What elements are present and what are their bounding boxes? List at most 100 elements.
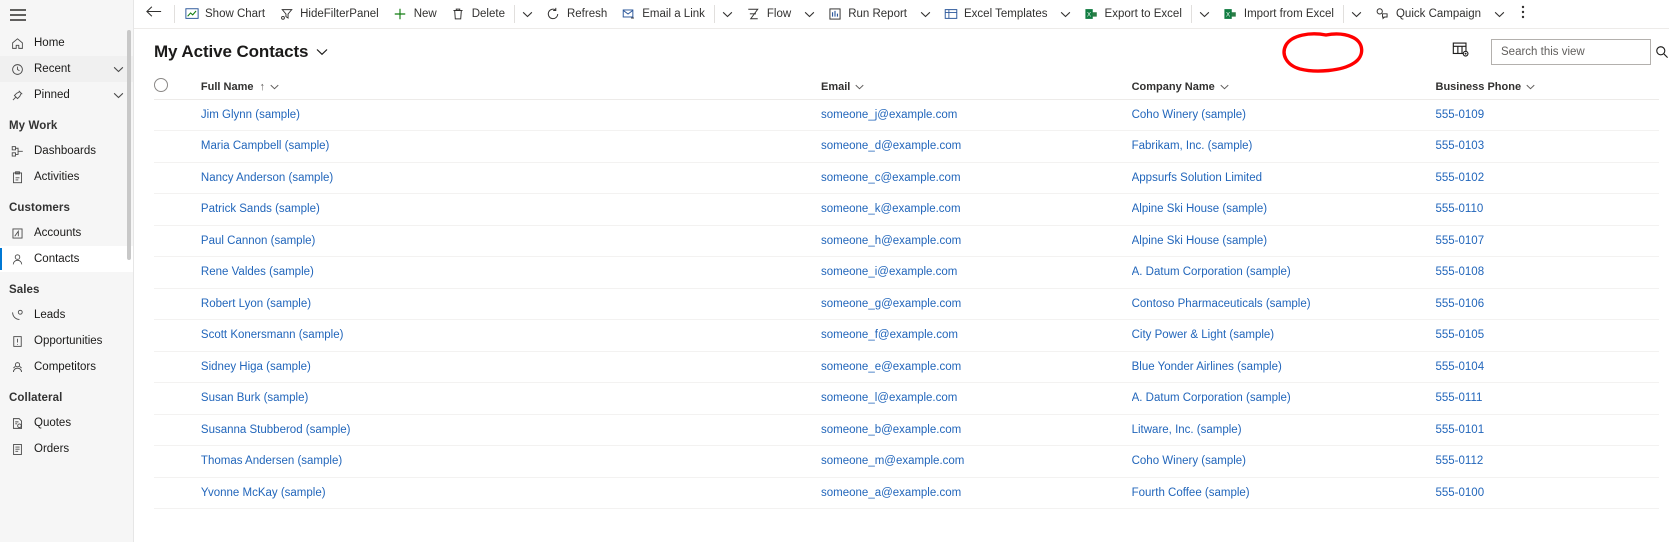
cell-business-phone[interactable]: 555-0109 [1435,99,1659,131]
row-select-cell[interactable] [154,414,201,446]
row-select-cell[interactable] [154,99,201,131]
cell-business-phone-link[interactable]: 555-0101 [1436,424,1485,436]
row-select-cell[interactable] [154,225,201,257]
cell-full-name-link[interactable]: Paul Cannon (sample) [201,235,315,247]
column-header-full-name[interactable]: Full Name ↑ [200,75,822,100]
sidebar-item-competitors[interactable]: Competitors [0,354,133,380]
cell-company-name-link[interactable]: City Power & Light (sample) [1132,329,1275,341]
cell-email-link[interactable]: someone_e@example.com [821,361,961,373]
cell-business-phone-link[interactable]: 555-0102 [1436,172,1485,184]
cell-company-name-link[interactable]: Alpine Ski House (sample) [1132,235,1268,247]
cell-email[interactable]: someone_l@example.com [821,382,1132,415]
table-row[interactable]: Robert Lyon (sample) someone_g@example.co… [154,288,1659,320]
cell-company-name[interactable]: Fourth Coffee (sample) [1131,477,1436,509]
delete-caret-button[interactable] [517,0,539,28]
chevron-down-icon[interactable] [113,60,124,78]
cell-business-phone[interactable]: 555-0106 [1435,288,1659,320]
chevron-down-icon[interactable] [855,84,864,90]
view-selector-chevron-down-icon[interactable] [316,48,328,56]
row-select-cell[interactable] [154,288,201,320]
search-input[interactable] [1501,46,1655,58]
cell-company-name-link[interactable]: A. Datum Corporation (sample) [1132,266,1291,278]
cell-business-phone[interactable]: 555-0112 [1435,445,1659,478]
cell-business-phone-link[interactable]: 555-0103 [1436,140,1485,152]
chevron-down-icon[interactable] [1526,84,1535,90]
export-to-excel-button[interactable]: X Export to Excel [1077,0,1189,28]
email-a-link-caret-button[interactable] [717,0,739,28]
cell-full-name-link[interactable]: Yvonne McKay (sample) [201,487,326,499]
sidebar-item-accounts[interactable]: Accounts [0,220,133,246]
row-select-cell[interactable] [154,351,201,383]
cell-full-name[interactable]: Patrick Sands (sample) [200,193,822,226]
cell-business-phone[interactable]: 555-0100 [1435,477,1659,509]
cell-business-phone-link[interactable]: 555-0111 [1436,392,1483,404]
cell-email[interactable]: someone_b@example.com [821,414,1132,446]
cell-full-name-link[interactable]: Susan Burk (sample) [201,392,308,404]
edit-columns-button[interactable] [1445,38,1475,66]
table-row[interactable]: Thomas Andersen (sample) someone_m@exampl… [154,445,1659,478]
search-icon[interactable] [1655,45,1669,59]
cell-full-name[interactable]: Nancy Anderson (sample) [200,162,822,194]
cell-company-name-link[interactable]: A. Datum Corporation (sample) [1132,392,1291,404]
cell-full-name-link[interactable]: Jim Glynn (sample) [201,109,300,121]
column-header-business-phone[interactable]: Business Phone [1435,75,1659,100]
import-from-excel-button[interactable]: X Import from Excel [1216,0,1341,28]
sidebar-item-leads[interactable]: Leads [0,302,133,328]
cell-company-name[interactable]: Coho Winery (sample) [1131,99,1436,131]
sidebar-item-orders[interactable]: Orders [0,436,133,462]
delete-button[interactable]: Delete [444,0,512,28]
cell-email-link[interactable]: someone_l@example.com [821,392,957,404]
cell-email[interactable]: someone_g@example.com [821,288,1132,320]
new-button[interactable]: New [386,0,444,28]
cell-business-phone[interactable]: 555-0104 [1435,351,1659,383]
table-row[interactable]: Susanna Stubberod (sample) someone_b@exam… [154,414,1659,446]
more-commands-button[interactable] [1510,0,1536,28]
excel-templates-button[interactable]: Excel Templates [936,0,1055,28]
cell-business-phone-link[interactable]: 555-0100 [1436,487,1485,499]
table-row[interactable]: Nancy Anderson (sample) someone_c@example… [154,162,1659,194]
sidebar-item-quotes[interactable]: Quotes [0,410,133,436]
cell-company-name[interactable]: Alpine Ski House (sample) [1131,193,1436,226]
cell-email-link[interactable]: someone_b@example.com [821,424,961,436]
search-box[interactable] [1491,39,1669,65]
cell-company-name-link[interactable]: Litware, Inc. (sample) [1132,424,1242,436]
cell-company-name[interactable]: Blue Yonder Airlines (sample) [1131,351,1436,383]
cell-email-link[interactable]: someone_j@example.com [821,109,957,121]
table-row[interactable]: Rene Valdes (sample) someone_i@example.co… [154,256,1659,289]
cell-email-link[interactable]: someone_f@example.com [821,329,958,341]
cell-full-name[interactable]: Yvonne McKay (sample) [200,477,822,509]
cell-full-name-link[interactable]: Scott Konersmann (sample) [201,329,344,341]
cell-email-link[interactable]: someone_a@example.com [821,487,961,499]
back-button[interactable] [136,0,172,28]
cell-company-name[interactable]: A. Datum Corporation (sample) [1131,382,1436,415]
cell-business-phone[interactable]: 555-0110 [1435,193,1659,226]
row-select-cell[interactable] [154,162,201,194]
row-select-cell[interactable] [154,130,201,163]
cell-company-name[interactable]: Litware, Inc. (sample) [1131,414,1436,446]
email-a-link-button[interactable]: Email a Link [614,0,712,28]
cell-full-name-link[interactable]: Thomas Andersen (sample) [201,455,342,467]
cell-company-name[interactable]: Alpine Ski House (sample) [1131,225,1436,257]
cell-full-name[interactable]: Jim Glynn (sample) [200,99,822,131]
import-from-excel-caret-button[interactable] [1346,0,1368,28]
cell-email[interactable]: someone_a@example.com [821,477,1132,509]
sidebar-item-activities[interactable]: Activities [0,164,133,190]
table-row[interactable]: Scott Konersmann (sample) someone_f@examp… [154,319,1659,352]
cell-email[interactable]: someone_e@example.com [821,351,1132,383]
cell-email[interactable]: someone_j@example.com [821,99,1132,131]
cell-business-phone[interactable]: 555-0102 [1435,162,1659,194]
cell-email[interactable]: someone_m@example.com [821,445,1132,478]
cell-full-name[interactable]: Maria Campbell (sample) [200,130,822,163]
cell-email-link[interactable]: someone_h@example.com [821,235,961,247]
cell-email[interactable]: someone_d@example.com [821,130,1132,163]
cell-company-name[interactable]: City Power & Light (sample) [1131,319,1436,352]
excel-templates-caret-button[interactable] [1055,0,1077,28]
quick-campaign-button[interactable]: Quick Campaign [1368,0,1488,28]
cell-company-name-link[interactable]: Coho Winery (sample) [1132,455,1246,467]
table-row[interactable]: Susan Burk (sample) someone_l@example.com… [154,382,1659,415]
chevron-down-icon[interactable] [1220,84,1229,90]
row-select-cell[interactable] [154,382,201,415]
cell-email-link[interactable]: someone_m@example.com [821,455,964,467]
cell-business-phone-link[interactable]: 555-0112 [1436,455,1484,467]
cell-full-name-link[interactable]: Susanna Stubberod (sample) [201,424,351,436]
